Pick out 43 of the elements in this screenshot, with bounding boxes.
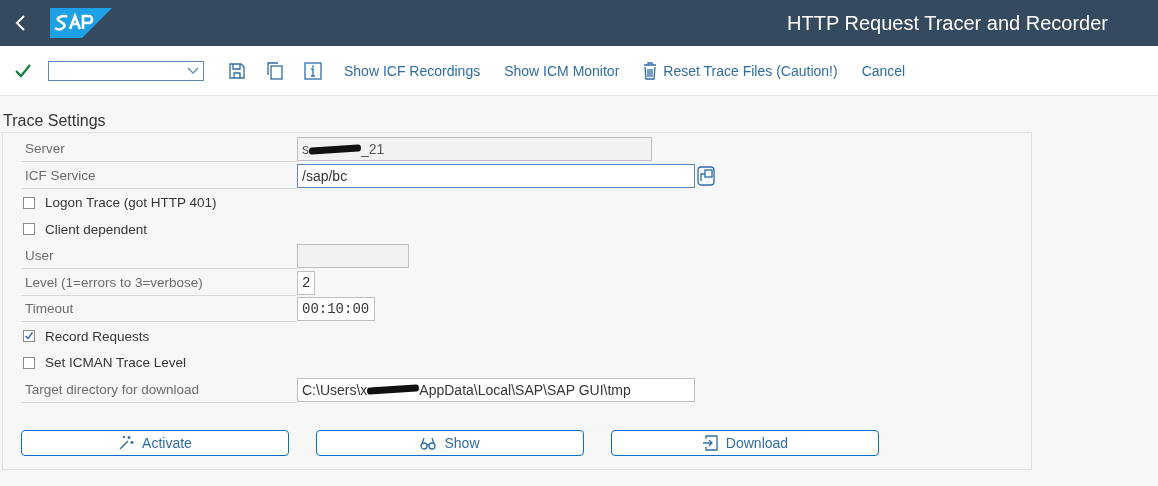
input-field[interactable]: s _21 bbox=[297, 137, 652, 162]
input-field[interactable]: 2 bbox=[297, 270, 315, 295]
trash-icon bbox=[643, 61, 658, 80]
info-icon[interactable] bbox=[304, 61, 322, 80]
field-label: Server bbox=[21, 136, 297, 163]
checkbox-label: Record Requests bbox=[45, 328, 150, 344]
section-title: Trace Settings bbox=[3, 112, 107, 130]
download-icon bbox=[701, 434, 718, 451]
copy-icon[interactable] bbox=[266, 61, 284, 80]
field-label: Target directory for download bbox=[21, 376, 297, 403]
checkbox-label: Set ICMAN Trace Level bbox=[45, 355, 187, 371]
field-label: Level (1=errors to 3=verbose) bbox=[21, 269, 297, 296]
checkmark-icon[interactable] bbox=[14, 62, 32, 79]
action-button[interactable]: Show bbox=[316, 429, 584, 456]
magic-wand-icon bbox=[118, 434, 135, 451]
action-button[interactable]: Activate bbox=[21, 429, 289, 456]
input-field[interactable]: /sap/bc bbox=[297, 164, 695, 189]
toolbar-link[interactable]: Show ICF Recordings bbox=[344, 62, 481, 79]
chevron-down-icon[interactable] bbox=[187, 66, 199, 75]
command-field[interactable] bbox=[48, 60, 204, 81]
toolbar-link[interactable]: Cancel bbox=[861, 62, 906, 79]
action-button[interactable]: Download bbox=[611, 429, 879, 456]
checkbox-label: Logon Trace (got HTTP 401) bbox=[45, 195, 217, 211]
input-field[interactable] bbox=[297, 244, 409, 269]
checkbox[interactable] bbox=[23, 330, 35, 343]
field-label: User bbox=[21, 243, 297, 270]
redaction-mark bbox=[367, 384, 420, 395]
checkbox[interactable] bbox=[23, 223, 35, 236]
value-help-icon[interactable] bbox=[697, 164, 715, 189]
input-field[interactable]: 00:10:00 bbox=[297, 297, 375, 322]
toolbar-link[interactable]: Reset Trace Files (Caution!) bbox=[643, 61, 838, 80]
toolbar-link[interactable]: Show ICM Monitor bbox=[504, 62, 620, 79]
input-field[interactable]: C:\Users\x AppData\Local\SAP\SAP GUI\tmp bbox=[297, 377, 695, 402]
save-icon[interactable] bbox=[228, 61, 246, 80]
redaction-mark bbox=[308, 144, 362, 155]
checkbox-label: Client dependent bbox=[45, 221, 148, 237]
checkbox[interactable] bbox=[23, 356, 35, 369]
window-title: HTTP Request Tracer and Recorder bbox=[787, 11, 1108, 35]
back-icon[interactable] bbox=[14, 14, 28, 32]
logo-icon bbox=[50, 8, 112, 38]
checkbox[interactable] bbox=[23, 196, 35, 209]
field-label: ICF Service bbox=[21, 163, 297, 190]
field-label: Timeout bbox=[21, 296, 297, 323]
